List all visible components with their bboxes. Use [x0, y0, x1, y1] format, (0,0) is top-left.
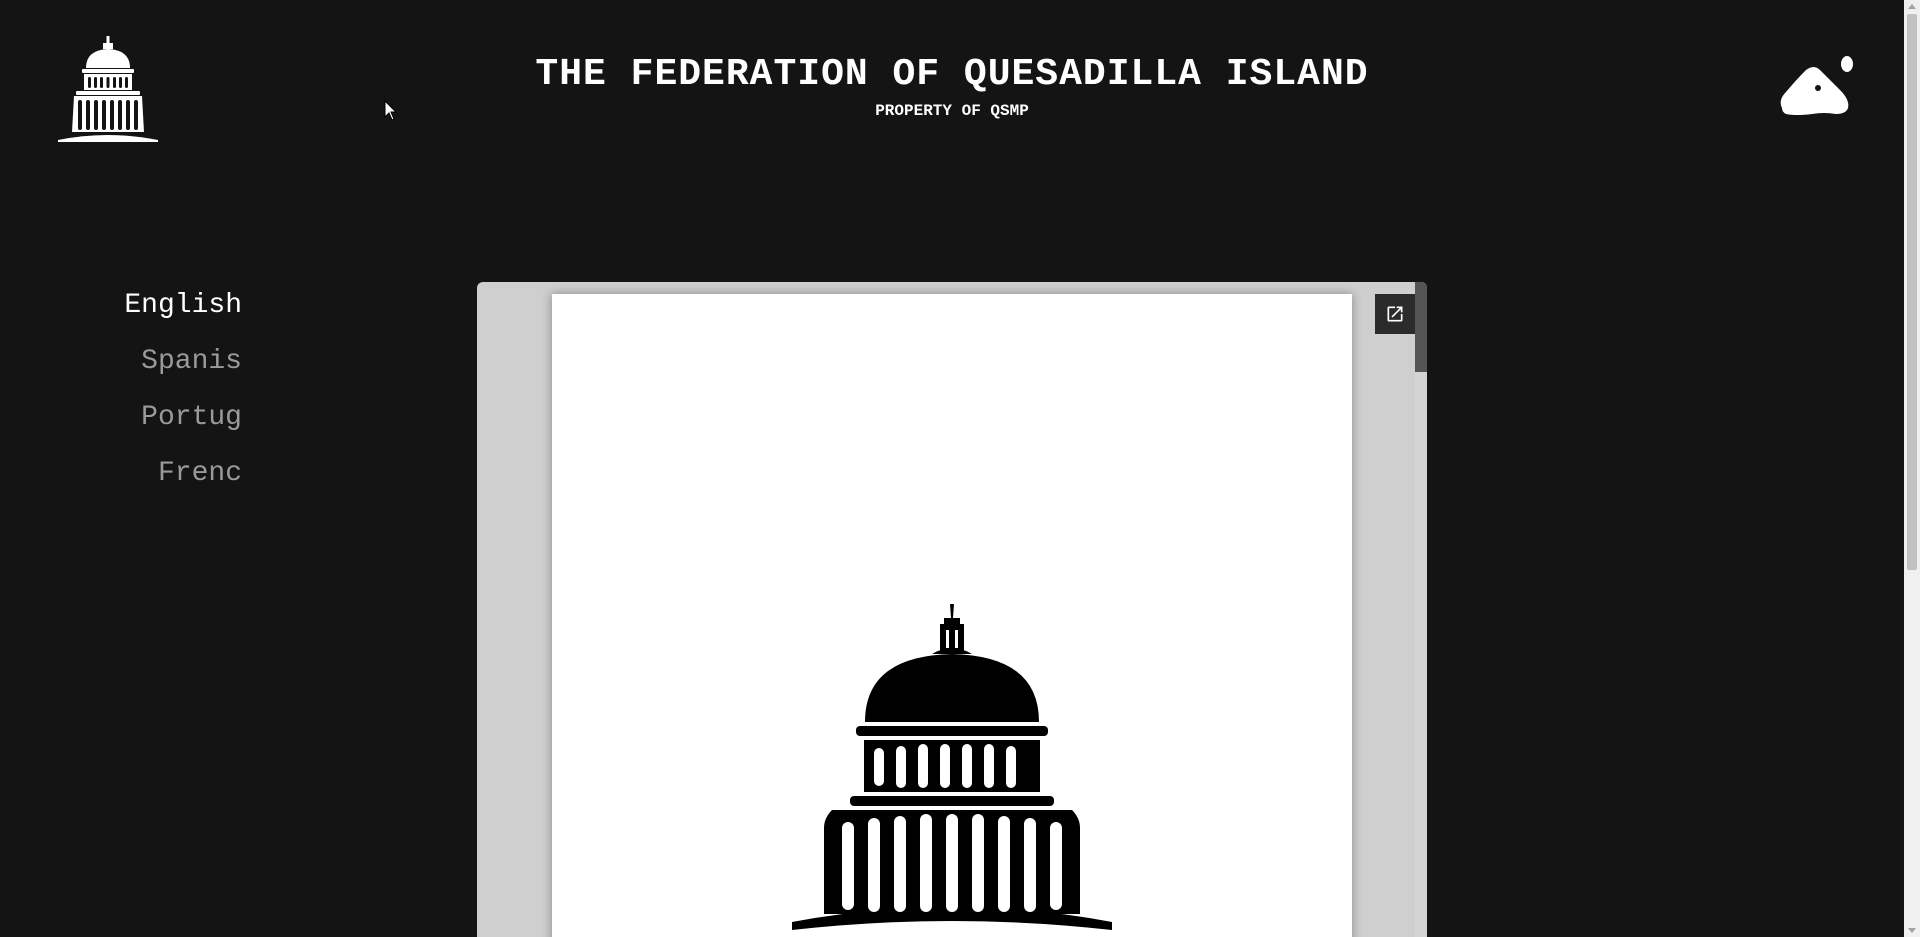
scroll-up-arrow-icon[interactable]	[1908, 4, 1916, 9]
document-page	[552, 294, 1352, 937]
language-item-french[interactable]: Frenc	[80, 446, 242, 502]
document-emblem	[792, 604, 1112, 934]
capitol-dome-icon	[792, 604, 1112, 930]
language-list: English Spanis Portug Frenc	[80, 278, 242, 502]
language-item-english[interactable]: English	[80, 278, 242, 334]
viewer-scroll-thumb[interactable]	[1415, 282, 1427, 372]
open-in-new-icon	[1387, 306, 1403, 322]
site-subtitle: PROPERTY OF QSMP	[875, 102, 1029, 120]
popout-button[interactable]	[1375, 294, 1415, 334]
language-item-portuguese[interactable]: Portug	[80, 390, 242, 446]
page: THE FEDERATION OF QUESADILLA ISLAND PROP…	[0, 0, 1920, 937]
island-logo[interactable]	[1778, 56, 1858, 118]
viewer-scrollbar[interactable]	[1415, 282, 1427, 937]
window-scrollbar[interactable]	[1904, 0, 1920, 937]
island-blob-icon	[1780, 56, 1853, 115]
mouse-cursor-icon	[384, 99, 398, 122]
language-item-spanish[interactable]: Spanis	[80, 334, 242, 390]
site-title: THE FEDERATION OF QUESADILLA ISLAND	[535, 53, 1369, 96]
header-title-block: THE FEDERATION OF QUESADILLA ISLAND PROP…	[0, 50, 1904, 122]
document-viewer[interactable]	[477, 282, 1427, 937]
scroll-down-arrow-icon[interactable]	[1908, 928, 1916, 933]
window-scroll-thumb[interactable]	[1907, 14, 1917, 570]
